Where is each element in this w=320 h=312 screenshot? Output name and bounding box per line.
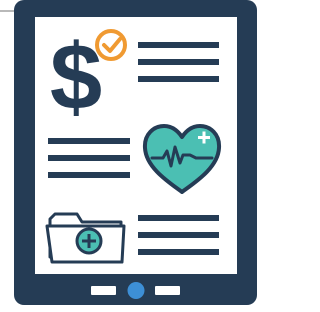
text-line xyxy=(138,42,219,48)
text-line xyxy=(48,172,130,178)
text-line xyxy=(138,215,219,221)
tablet-illustration: $ xyxy=(0,0,257,305)
speaker-left xyxy=(91,286,116,295)
folder-icon xyxy=(45,212,126,264)
folder-plus-icon xyxy=(75,227,103,255)
checkmark-badge-icon xyxy=(95,29,127,61)
text-lines-group-3 xyxy=(138,215,219,255)
text-line xyxy=(138,249,219,255)
text-line xyxy=(138,232,219,238)
text-line xyxy=(48,155,130,161)
speaker-right xyxy=(155,286,180,295)
text-lines-group-1 xyxy=(138,42,219,82)
text-line xyxy=(138,59,219,65)
text-line xyxy=(138,76,219,82)
dollar-icon: $ xyxy=(50,24,102,129)
text-line xyxy=(48,138,130,144)
svg-text:$: $ xyxy=(50,24,102,129)
text-lines-group-2 xyxy=(48,138,130,178)
home-button-icon[interactable] xyxy=(127,282,145,299)
